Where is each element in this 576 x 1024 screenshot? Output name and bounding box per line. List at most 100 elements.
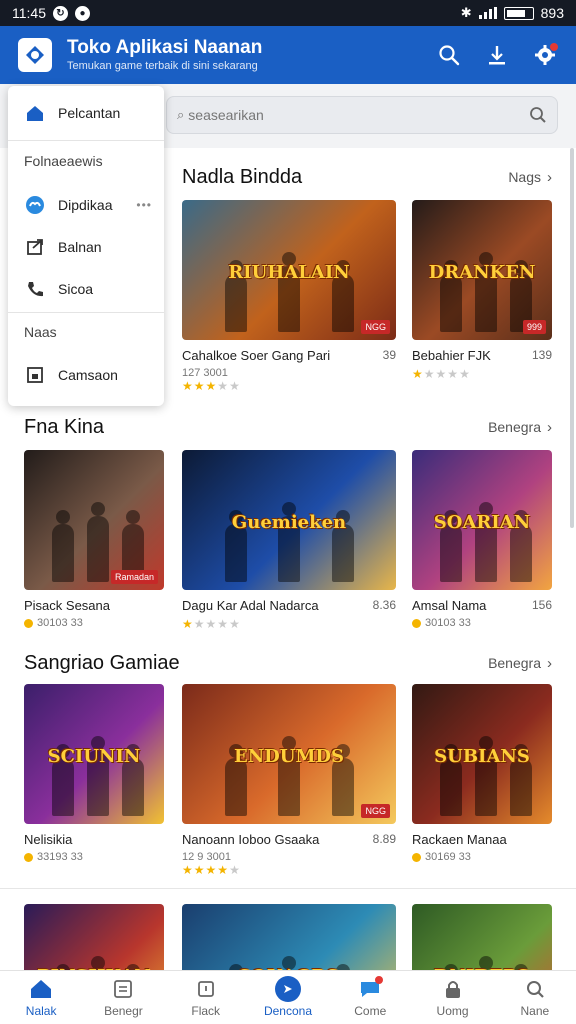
- game-title: Dagu Kar Adal Nadarca: [182, 598, 319, 613]
- section-more-link[interactable]: Benegra ›: [488, 655, 552, 672]
- app-subtitle: Temukan game terbaik di sini sekarang: [67, 60, 258, 72]
- more-icon[interactable]: •••: [136, 198, 152, 212]
- bottom-navigation: Nalak Benegr Flack Dencona Come Uomg Nan…: [0, 970, 576, 1024]
- nav-account[interactable]: Uomg: [411, 971, 493, 1024]
- rating-stars: ★★★★★: [182, 617, 396, 631]
- game-thumbnail[interactable]: DNIBEPS: [412, 904, 552, 970]
- character-figure: [224, 510, 247, 582]
- game-size: 156: [531, 598, 552, 612]
- coin-icon: [24, 618, 33, 628]
- app-bar: Toko Aplikasi Naanan Temukan game terbai…: [0, 26, 576, 84]
- lock-icon: [440, 977, 466, 1001]
- dropdown-item-share[interactable]: Balnan: [24, 236, 152, 258]
- game-card[interactable]: SUBIANS Rackaen Manaa 30169 33: [412, 684, 552, 863]
- game-title: Rackaen Manaa: [412, 832, 507, 847]
- nav-library[interactable]: Flack: [165, 971, 247, 1024]
- chat-badge: [375, 976, 384, 984]
- grid-icon: [110, 977, 136, 1001]
- sync-icon: ↻: [53, 5, 68, 21]
- character-figure: [224, 260, 247, 332]
- game-logo-art: SUBIANS: [434, 745, 530, 767]
- nav-chat[interactable]: Come: [329, 971, 411, 1024]
- game-thumbnail[interactable]: Ramadan: [24, 450, 164, 590]
- divider: [0, 888, 576, 889]
- character-figure: [440, 260, 462, 332]
- search-small-icon: ⌕: [177, 107, 185, 122]
- status-badge: Ramadan: [110, 570, 158, 584]
- game-card[interactable]: PINSHKAN: [24, 904, 164, 970]
- section-title: Fna Kina: [24, 416, 105, 438]
- dropdown-item-image[interactable]: Camsaon: [24, 364, 152, 386]
- download-button[interactable]: [484, 42, 510, 68]
- game-card[interactable]: Ramadan Pisack Sesana 30103 33: [24, 450, 164, 629]
- star-icon: ★: [182, 863, 194, 877]
- character-figure: [440, 510, 462, 582]
- game-card[interactable]: DNIBEPS: [412, 904, 552, 970]
- download-icon: [489, 46, 505, 65]
- chat-icon: [357, 976, 384, 1001]
- star-icon: ★: [229, 617, 241, 631]
- star-icon: ★: [423, 367, 436, 381]
- character-figure: [510, 744, 532, 816]
- game-card[interactable]: SOUAGRS: [182, 904, 396, 970]
- nav-search[interactable]: Nane: [494, 971, 576, 1024]
- game-thumbnail[interactable]: RIUHALAIN NGG: [182, 200, 396, 340]
- cloud-icon: [24, 194, 46, 216]
- search-input[interactable]: ⌕ seasearikan: [166, 96, 558, 134]
- game-title: Cahalkoe Soer Gang Pari: [182, 348, 331, 363]
- game-thumbnail[interactable]: SOARIAN: [412, 450, 552, 590]
- star-icon: ★: [205, 379, 218, 393]
- star-icon: ★: [205, 617, 218, 631]
- nav-label: Nane: [520, 1004, 550, 1018]
- game-thumbnail[interactable]: PINSHKAN: [24, 904, 164, 970]
- game-thumbnail[interactable]: SCIUNIN: [24, 684, 164, 824]
- game-thumbnail[interactable]: DRANKEN 999: [412, 200, 552, 340]
- search-icon[interactable]: [529, 106, 547, 124]
- dropdown-item-label: Sicoa: [58, 281, 94, 297]
- game-card[interactable]: SCIUNIN Nelisikia 33193 33: [24, 684, 164, 863]
- home-icon: [28, 977, 54, 1001]
- game-title: Amsal Nama: [412, 598, 487, 613]
- home-icon: [24, 102, 46, 124]
- status-bar: 11:45 ↻ ● ✱ 893: [0, 0, 576, 26]
- dropdown-item-label: Balnan: [58, 239, 102, 255]
- settings-button[interactable]: [532, 42, 558, 68]
- game-thumbnail[interactable]: ENDUMDS NGG: [182, 684, 396, 824]
- app-logo-icon[interactable]: [18, 38, 52, 72]
- status-badge: NGG: [361, 804, 390, 818]
- section-more-link[interactable]: Benegra ›: [488, 419, 552, 436]
- section-more-link[interactable]: Nags ›: [508, 169, 552, 186]
- game-card[interactable]: SOARIAN Amsal Nama 156 30103 33: [412, 450, 552, 629]
- chevron-right-icon: ›: [547, 169, 552, 186]
- game-card[interactable]: Guemieken Dagu Kar Adal Nadarca 8.36 ★★★★★: [182, 450, 396, 631]
- game-card[interactable]: DRANKEN 999 Bebahier FJK 139 ★★★★★: [412, 200, 552, 381]
- star-icon: ★: [229, 863, 241, 877]
- game-title: Nelisikia: [24, 832, 73, 847]
- nav-categories[interactable]: Benegr: [82, 971, 164, 1024]
- scrollbar[interactable]: [570, 148, 574, 528]
- dropdown-section-label: Naas: [24, 324, 57, 340]
- star-icon: ★: [459, 367, 471, 381]
- game-thumbnail[interactable]: SOUAGRS: [182, 904, 396, 970]
- search-button[interactable]: [436, 42, 462, 68]
- dropdown-menu: Pelcantan Folnaeaewis Dipdikaa ••• Balna…: [8, 86, 164, 406]
- dropdown-item-phone[interactable]: Sicoa: [24, 278, 152, 300]
- game-thumbnail[interactable]: Guemieken: [182, 450, 396, 590]
- nav-home[interactable]: Nalak: [0, 971, 82, 1024]
- character-figure: [510, 510, 532, 582]
- game-card[interactable]: RIUHALAIN NGG Cahalkoe Soer Gang Pari 39 127…: [182, 200, 396, 393]
- notification-icon: ●: [75, 5, 90, 21]
- image-icon: [24, 364, 46, 386]
- character-figure: [440, 744, 462, 816]
- game-title: Pisack Sesana: [24, 598, 110, 613]
- dropdown-item-home[interactable]: Pelcantan: [24, 102, 152, 124]
- nav-discover[interactable]: Dencona: [247, 971, 329, 1024]
- game-thumbnail[interactable]: SUBIANS: [412, 684, 552, 824]
- battery-icon: [503, 6, 534, 20]
- dropdown-item-cloud[interactable]: Dipdikaa •••: [24, 194, 152, 216]
- character-figure: [224, 744, 247, 816]
- dropdown-item-label: Camsaon: [58, 367, 118, 383]
- game-logo-art: SOARIAN: [433, 511, 531, 533]
- game-card[interactable]: ENDUMDS NGG Nanoann Ioboo Gsaaka 8.89 12 9 3…: [182, 684, 396, 877]
- star-icon: ★: [435, 367, 448, 381]
